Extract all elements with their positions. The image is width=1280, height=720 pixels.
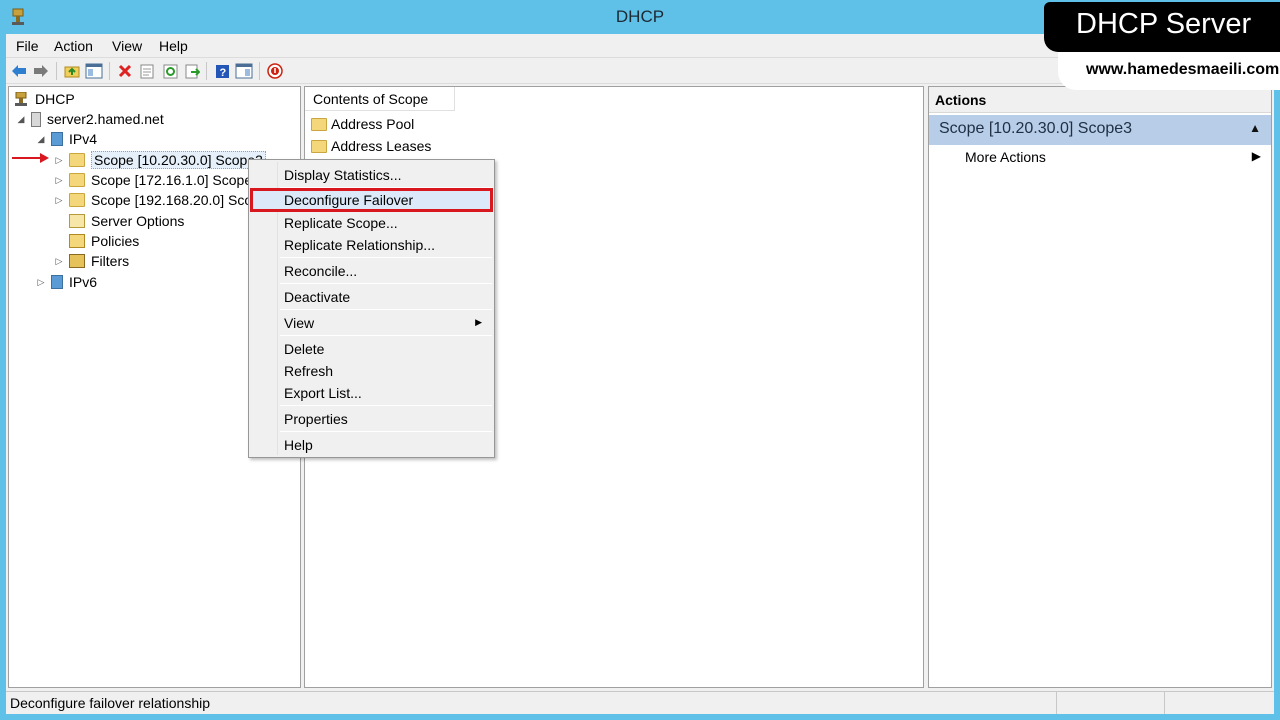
overlay-url: www.hamedesmaeili.com (1058, 52, 1280, 90)
server-icon (31, 111, 41, 127)
status-text: Deconfigure failover relationship (10, 695, 210, 711)
status-cell (1056, 692, 1057, 714)
toolbar-separator (56, 62, 57, 80)
tree-item-dhcp[interactable]: DHCP (13, 89, 75, 109)
menu-separator (280, 405, 492, 406)
toolbar-separator (259, 62, 260, 80)
menu-item-replicate-relationship[interactable]: Replicate Relationship... (251, 234, 492, 256)
folder-icon (69, 193, 85, 207)
expand-icon[interactable]: ▷ (53, 155, 65, 166)
menu-item-delete[interactable]: Delete (251, 338, 492, 360)
actions-header: Actions (929, 87, 1271, 113)
menu-item-export-list[interactable]: Export List... (251, 382, 492, 404)
status-bar: Deconfigure failover relationship (6, 691, 1274, 714)
toolbar-separator (109, 62, 110, 80)
collapse-triangle-icon[interactable]: ▲ (1249, 121, 1261, 135)
help-icon[interactable]: ? (213, 62, 231, 80)
menu-file[interactable]: File (16, 38, 39, 54)
tree-item-ipv6[interactable]: ▷ IPv6 (35, 272, 97, 292)
expand-icon[interactable]: ▷ (53, 256, 65, 267)
menu-separator (280, 257, 492, 258)
policies-icon (69, 234, 85, 248)
export-icon[interactable] (183, 62, 201, 80)
context-menu: Display Statistics... Deconfigure Failov… (248, 159, 495, 458)
up-folder-icon[interactable] (63, 62, 81, 80)
menu-separator (280, 187, 492, 188)
tree-item-policies[interactable]: Policies (69, 231, 139, 251)
tree-item-scope-172-16-1-0[interactable]: ▷ Scope [172.16.1.0] Scope (53, 170, 253, 190)
ipv4-icon (51, 132, 63, 146)
actions-scope-title: Scope [10.20.30.0] Scope3 (939, 120, 1133, 137)
menu-separator (280, 309, 492, 310)
menu-item-reconcile[interactable]: Reconcile... (251, 260, 492, 282)
menu-item-help[interactable]: Help (251, 434, 492, 456)
menu-item-refresh[interactable]: Refresh (251, 360, 492, 382)
delete-icon[interactable] (116, 62, 134, 80)
tree-item-server[interactable]: ◢ server2.hamed.net (15, 109, 164, 129)
expand-icon[interactable]: ▷ (35, 277, 47, 288)
stop-icon[interactable] (266, 62, 284, 80)
menu-separator (280, 431, 492, 432)
menu-item-deconfigure-failover[interactable]: Deconfigure Failover (250, 188, 493, 212)
tree-item-ipv4[interactable]: ◢ IPv4 (35, 129, 97, 149)
menu-separator (280, 335, 492, 336)
actions-scope-section[interactable]: Scope [10.20.30.0] Scope3 ▲ (929, 115, 1271, 145)
menu-item-properties[interactable]: Properties (251, 408, 492, 430)
submenu-arrow-icon: ▶ (1251, 149, 1261, 163)
expand-icon[interactable]: ▷ (53, 195, 65, 206)
forward-icon[interactable] (32, 62, 50, 80)
folder-icon (69, 153, 85, 167)
show-hide-tree-icon[interactable] (85, 62, 103, 80)
server-options-icon (69, 214, 85, 228)
address-leases-icon (311, 139, 327, 153)
toolbar-separator (206, 62, 207, 80)
menu-item-replicate-scope[interactable]: Replicate Scope... (251, 212, 492, 234)
folder-icon (69, 173, 85, 187)
overlay-banner: DHCP Server (1044, 2, 1280, 52)
collapse-icon[interactable]: ◢ (15, 114, 27, 125)
list-item-address-pool[interactable]: Address Pool (311, 114, 414, 134)
menu-action[interactable]: Action (54, 38, 93, 54)
mmc-window: File Action View Help ? DHCP ◢ server2.h… (6, 34, 1274, 714)
properties-icon[interactable] (138, 62, 156, 80)
svg-text:?: ? (219, 67, 226, 79)
address-pool-icon (311, 117, 327, 131)
tree-item-filters[interactable]: ▷ Filters (53, 251, 130, 271)
menu-help[interactable]: Help (159, 38, 188, 54)
menu-item-display-statistics[interactable]: Display Statistics... (251, 164, 492, 186)
refresh-icon[interactable] (161, 62, 179, 80)
column-header-contents[interactable]: Contents of Scope (305, 87, 455, 111)
tree-item-scope-10-20-30-0[interactable]: ▷ Scope [10.20.30.0] Scope3 (53, 150, 266, 170)
submenu-arrow-icon: ▶ (475, 317, 482, 327)
back-icon[interactable] (10, 62, 28, 80)
red-arrow-annotation (12, 153, 49, 163)
tree-item-scope-192-168-20-0[interactable]: ▷ Scope [192.168.20.0] Sco (53, 190, 253, 210)
list-item-address-leases[interactable]: Address Leases (311, 136, 431, 156)
menu-item-view[interactable]: View ▶ (251, 312, 492, 334)
actions-pane: Actions Scope [10.20.30.0] Scope3 ▲ More… (928, 86, 1272, 688)
menu-item-deactivate[interactable]: Deactivate (251, 286, 492, 308)
menu-separator (280, 283, 492, 284)
expand-icon[interactable]: ▷ (53, 175, 65, 186)
ipv6-icon (51, 275, 63, 289)
dhcp-icon (15, 92, 27, 106)
show-hide-action-icon[interactable] (235, 62, 253, 80)
tree-item-server-options[interactable]: Server Options (69, 211, 184, 231)
more-actions-link[interactable]: More Actions (965, 149, 1046, 165)
filters-icon (69, 254, 85, 268)
menu-view[interactable]: View (112, 38, 142, 54)
status-cell (1164, 692, 1165, 714)
collapse-icon[interactable]: ◢ (35, 134, 47, 145)
